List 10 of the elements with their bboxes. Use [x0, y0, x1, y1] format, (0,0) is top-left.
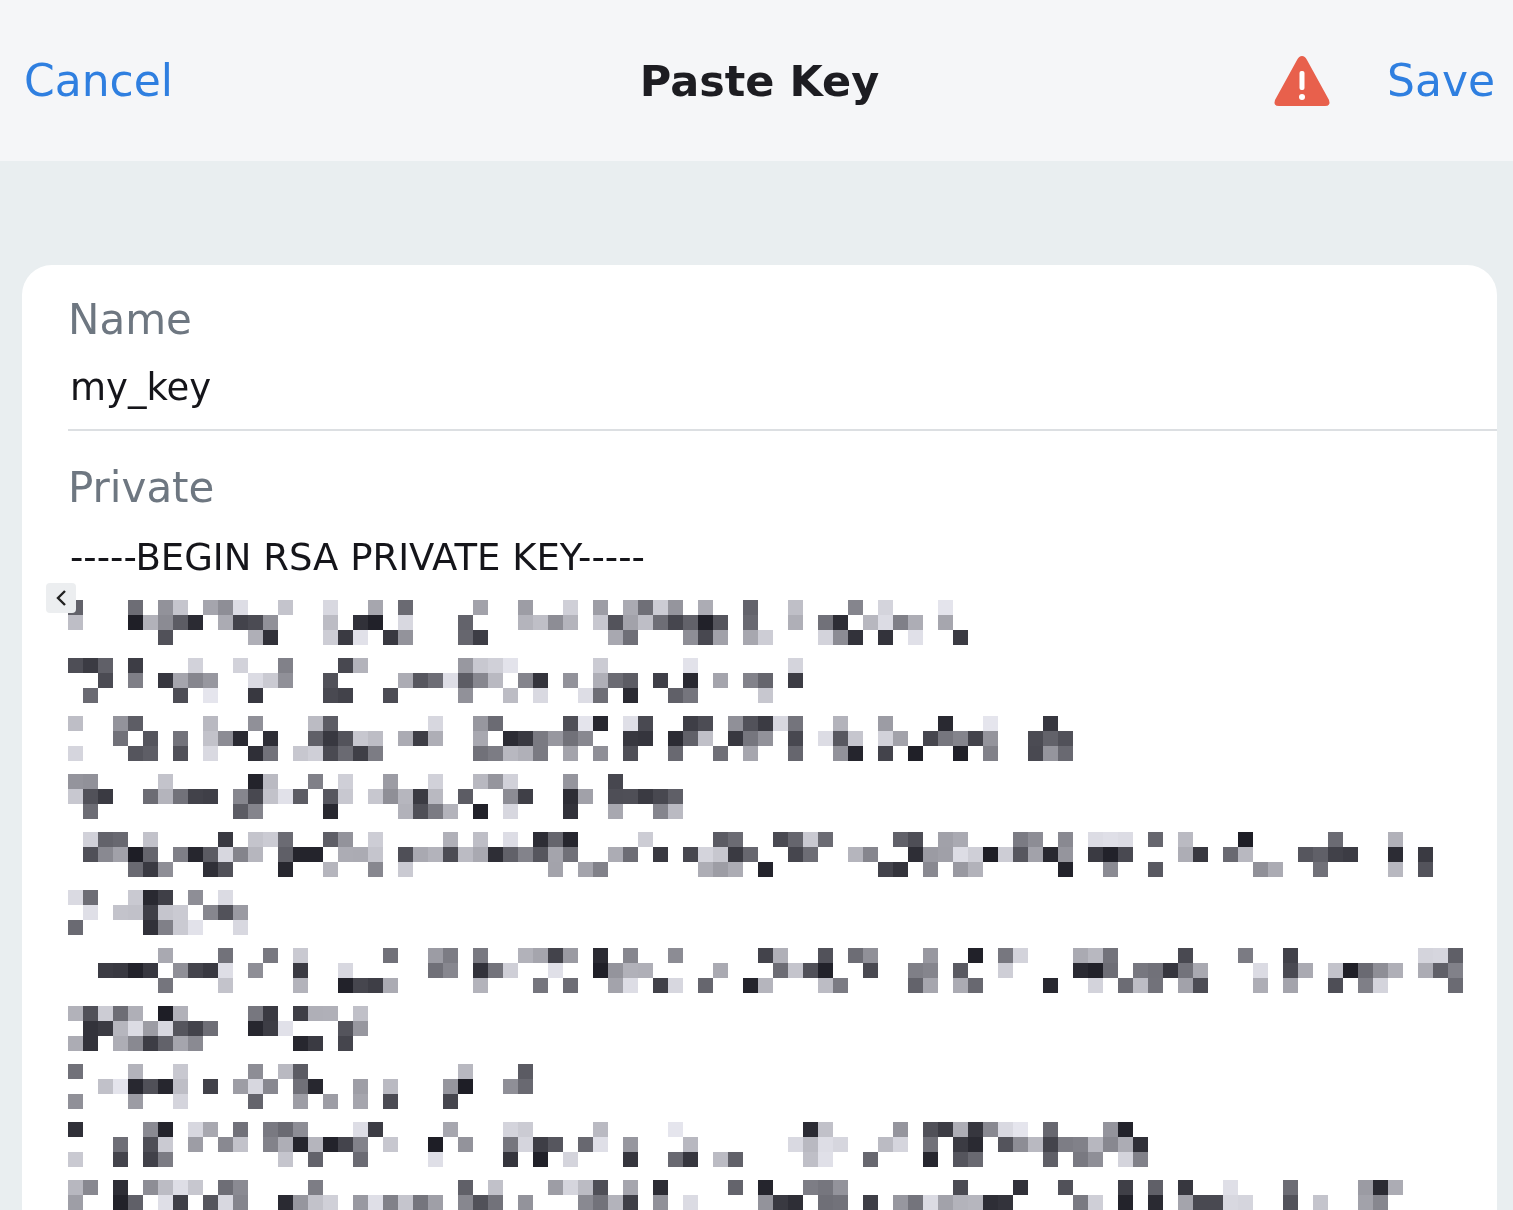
chevron-button[interactable]: [46, 583, 76, 613]
save-button[interactable]: Save: [1387, 55, 1495, 106]
warning-icon: [1273, 53, 1331, 108]
key-field[interactable]: -----BEGIN RSA PRIVATE KEY-----: [68, 529, 1497, 587]
cancel-button[interactable]: Cancel: [24, 55, 174, 106]
screen-title: Paste Key: [639, 55, 880, 106]
field-label: Private: [68, 462, 216, 514]
name-field[interactable]: my_key: [68, 359, 1497, 417]
field-label: Name: [68, 294, 193, 346]
chevron-left-icon: [55, 589, 67, 607]
